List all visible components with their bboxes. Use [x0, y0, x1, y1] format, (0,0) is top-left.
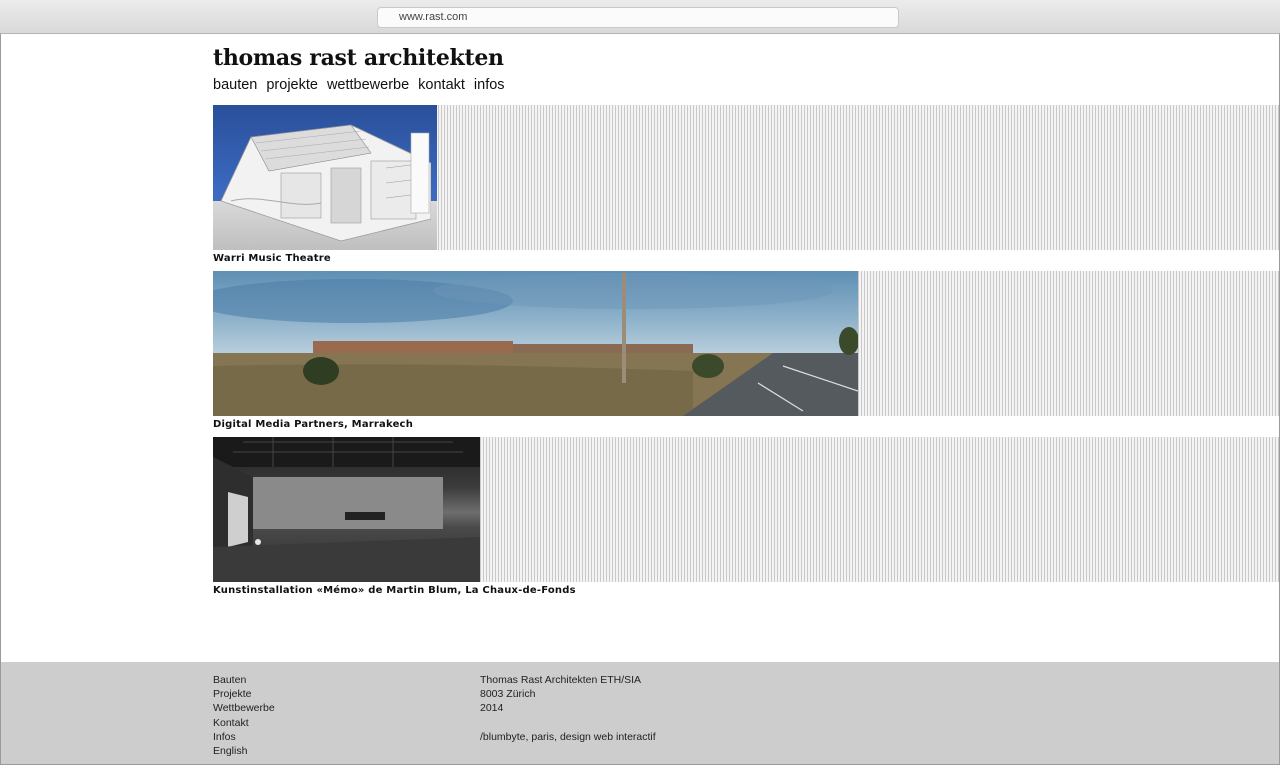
nav-kontakt[interactable]: kontakt [418, 77, 465, 93]
footer-link-english[interactable]: English [213, 744, 275, 758]
address-bar[interactable]: www.rast.com [377, 7, 899, 28]
site-footer: Bauten Projekte Wettbewerbe Kontakt Info… [1, 662, 1279, 764]
footer-link-wettbewerbe[interactable]: Wettbewerbe [213, 701, 275, 715]
project-strip [213, 271, 1280, 416]
nav-projekte[interactable]: projekte [266, 77, 318, 93]
footer-info: Thomas Rast Architekten ETH/SIA 8003 Zür… [480, 673, 656, 744]
footer-link-bauten[interactable]: Bauten [213, 673, 275, 687]
footer-credit-link[interactable]: /blumbyte, paris, design web interactif [480, 730, 656, 744]
nav-bauten[interactable]: bauten [213, 77, 257, 93]
project-caption[interactable]: Kunstinstallation «Mémo» de Martin Blum,… [213, 585, 1280, 596]
project-thumbnail[interactable] [213, 271, 858, 416]
project-item: Kunstinstallation «Mémo» de Martin Blum,… [213, 437, 1280, 596]
footer-nav: Bauten Projekte Wettbewerbe Kontakt Info… [213, 673, 275, 758]
project-thumbnail[interactable] [213, 105, 437, 250]
footer-city: 8003 Zürich [480, 688, 536, 701]
nav-infos[interactable]: infos [474, 77, 505, 93]
nav-wettbewerbe[interactable]: wettbewerbe [327, 77, 409, 93]
project-strip [213, 105, 1280, 250]
footer-link-projekte[interactable]: Projekte [213, 687, 275, 701]
footer-firm-name: Thomas Rast Architekten ETH/SIA [480, 674, 642, 686]
main-nav: bauten projekte wettbewerbe kontakt info… [213, 77, 505, 93]
browser-toolbar: www.rast.com [0, 0, 1280, 34]
project-caption[interactable]: Warri Music Theatre [213, 253, 1280, 264]
project-strip [213, 437, 1280, 582]
project-thumbnail[interactable] [213, 437, 480, 582]
project-caption[interactable]: Digital Media Partners, Marrakech [213, 419, 1280, 430]
project-item: Warri Music Theatre [213, 105, 1280, 264]
footer-link-infos[interactable]: Infos [213, 730, 275, 744]
footer-link-kontakt[interactable]: Kontakt [213, 716, 275, 730]
project-item: Digital Media Partners, Marrakech [213, 271, 1280, 430]
site-title[interactable]: thomas rast architekten [213, 45, 504, 71]
footer-year: 2014 [480, 702, 504, 715]
